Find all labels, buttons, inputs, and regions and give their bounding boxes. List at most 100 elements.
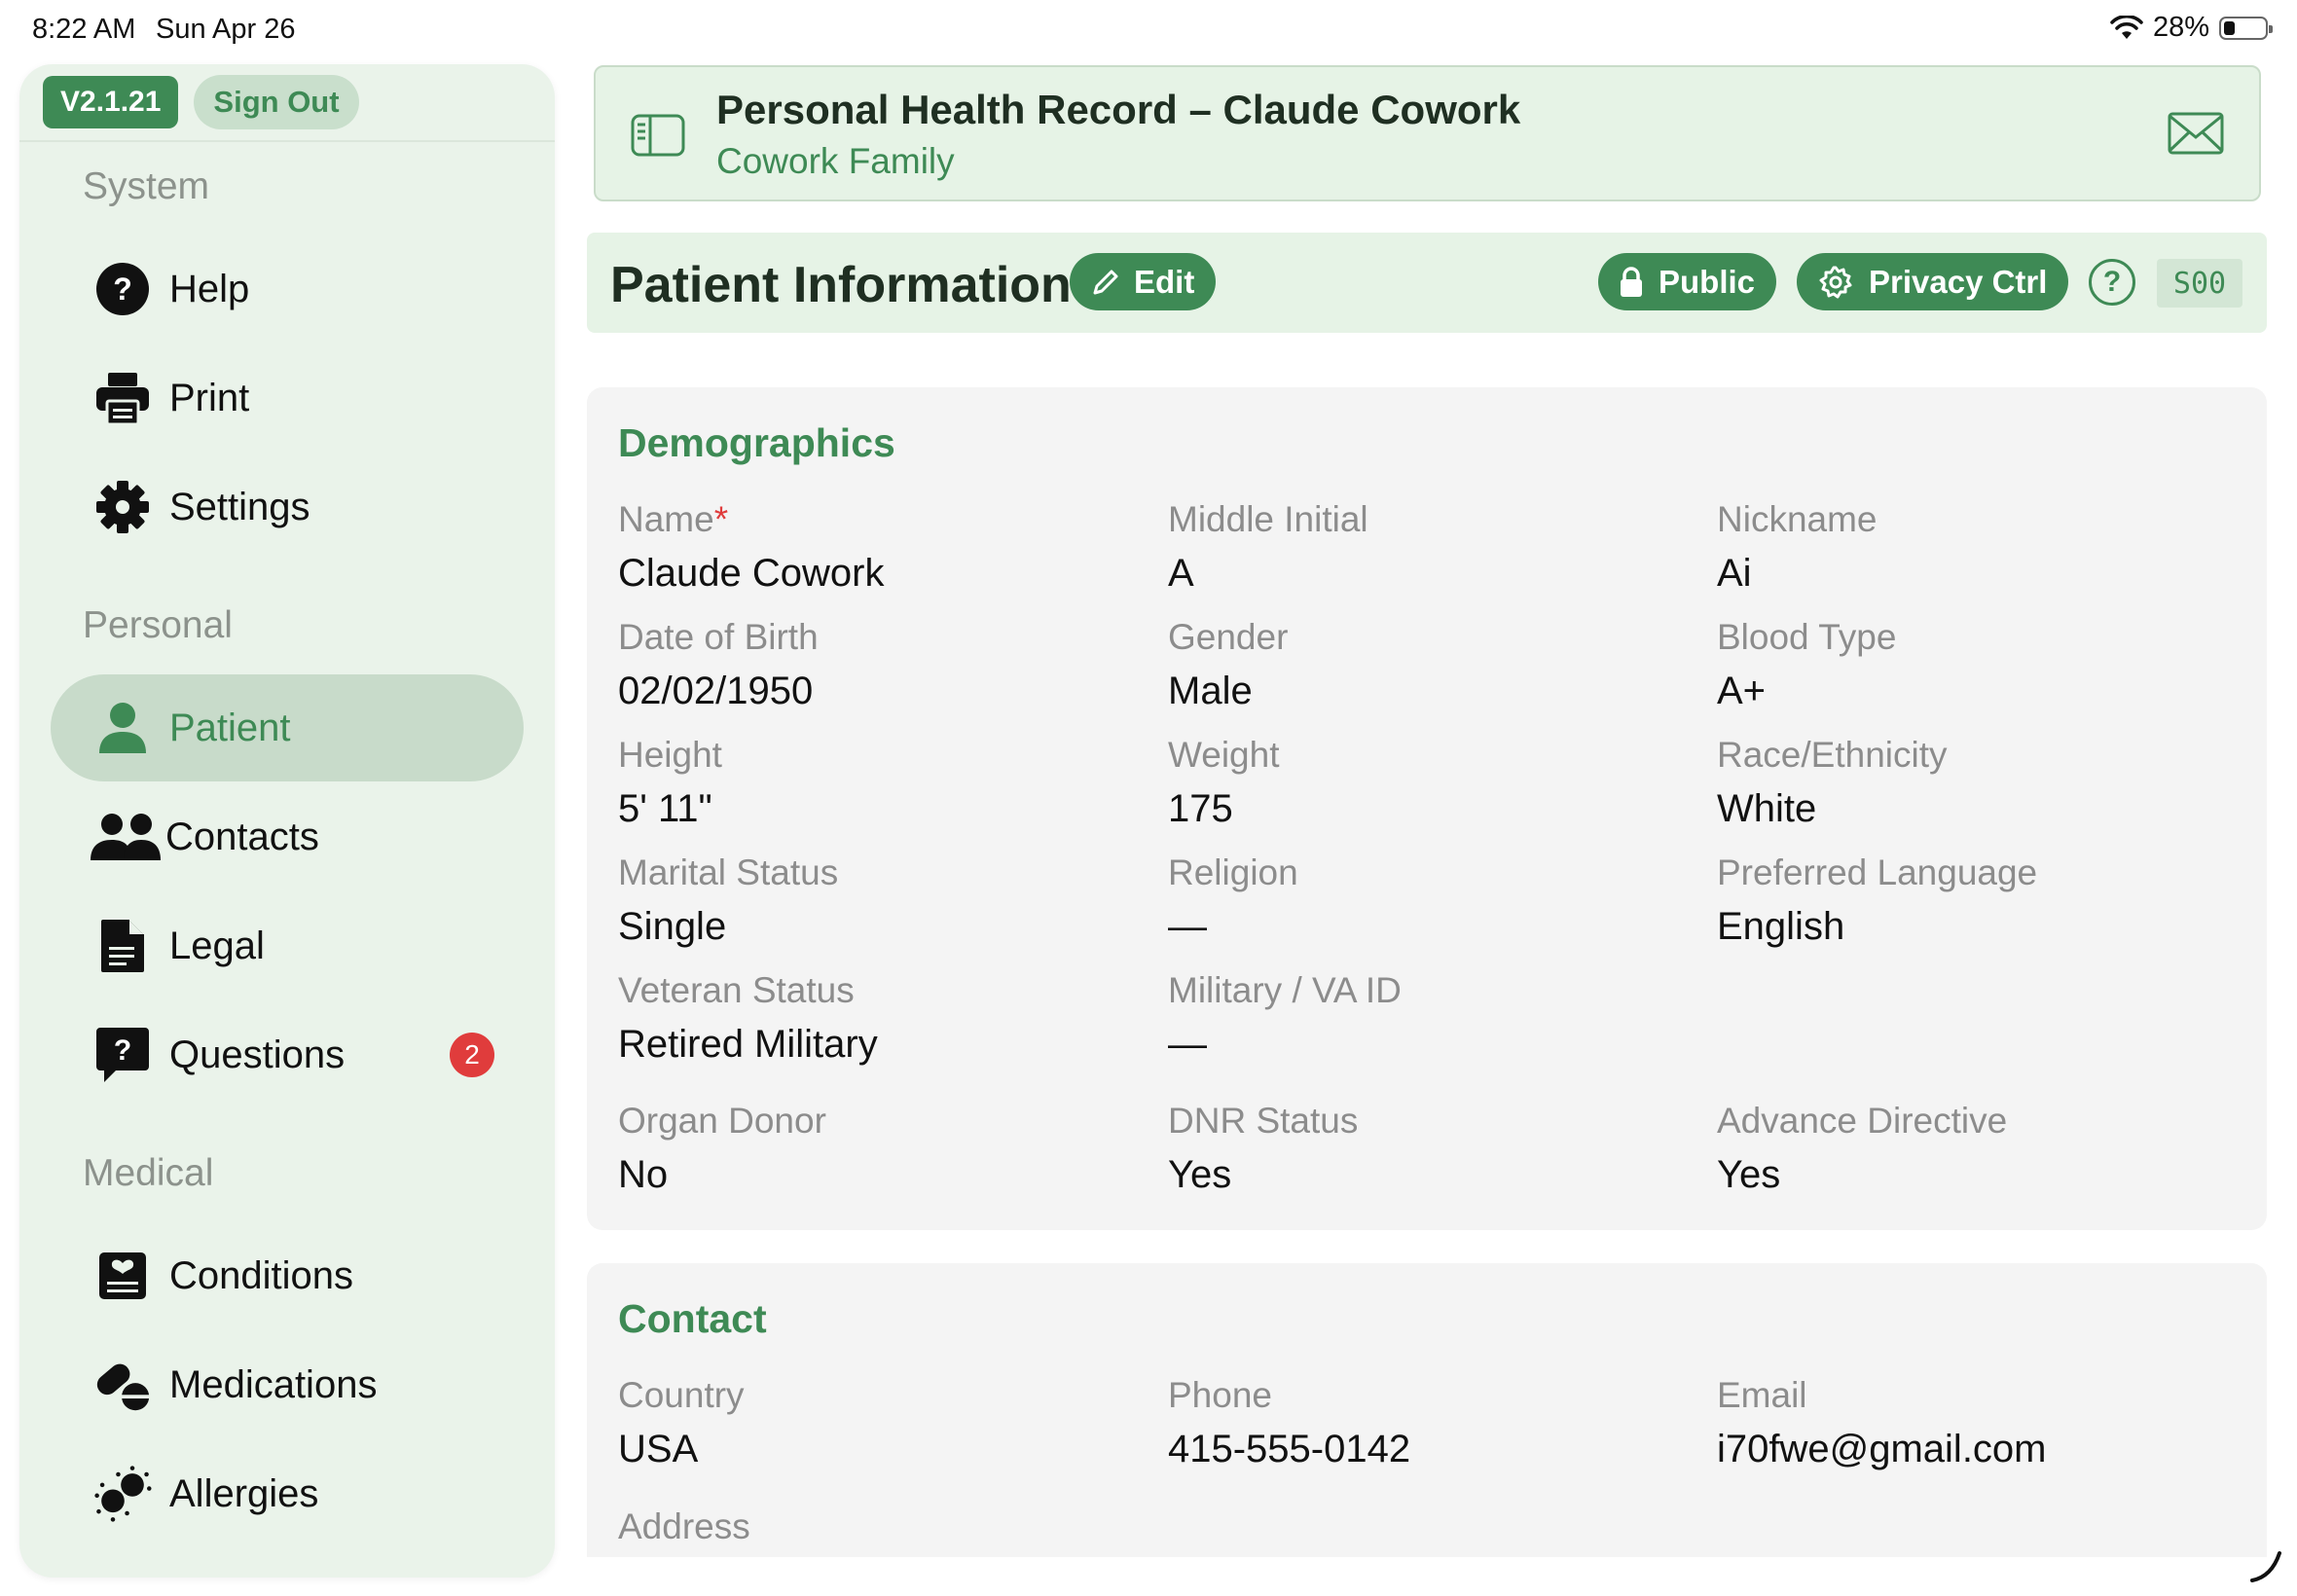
page-title: Patient Information — [610, 257, 1072, 313]
field-race-ethnicity: Race/Ethnicity White — [1717, 735, 1948, 831]
sidebar-item-patient[interactable]: Patient — [51, 674, 524, 781]
field-label: Address — [618, 1506, 750, 1546]
field-value: Male — [1168, 670, 1253, 712]
sidebar-item-contacts[interactable]: Contacts — [51, 783, 524, 890]
field-label: Middle Initial — [1168, 499, 1368, 539]
page-header: Patient Information Edit Public Privacy … — [587, 233, 2267, 333]
sidebar-item-label: Print — [169, 376, 250, 419]
field-value: 415-555-0142 — [1168, 1428, 1411, 1470]
sidebar-item-label: Legal — [169, 924, 265, 967]
field-blood-type: Blood Type A+ — [1717, 617, 1896, 713]
sidebar-item-settings[interactable]: Settings — [51, 453, 524, 561]
field-value: — — [1168, 905, 1207, 948]
field-label: Blood Type — [1717, 617, 1897, 657]
field-value: 175 — [1168, 787, 1233, 830]
section-label-system: System — [83, 165, 210, 207]
sidebar-item-print[interactable]: Print — [51, 345, 524, 452]
field-address: Address — [618, 1506, 750, 1547]
field-label: Preferred Language — [1717, 852, 2038, 892]
field-weight: Weight 175 — [1168, 735, 1280, 831]
allergen-icon — [93, 1465, 152, 1523]
field-label: Religion — [1168, 852, 1298, 892]
field-organ-donor: Organ Donor No — [618, 1101, 826, 1197]
edit-button[interactable]: Edit — [1070, 253, 1217, 310]
gear-icon — [93, 478, 152, 536]
field-marital-status: Marital Status Single — [618, 852, 838, 949]
field-value: Single — [618, 905, 727, 948]
sidebar-item-help[interactable]: ? Help — [51, 236, 524, 343]
sidebar-item-conditions[interactable]: Conditions — [51, 1222, 524, 1329]
required-marker: * — [713, 499, 729, 539]
field-gender: Gender Male — [1168, 617, 1288, 713]
field-veteran-status: Veteran Status Retired Military — [618, 970, 878, 1067]
field-value: A — [1168, 552, 1194, 595]
field-phone: Phone 415-555-0142 — [1168, 1375, 1410, 1471]
field-label: Name — [618, 499, 714, 539]
app-title: Personal Health Record – Claude Cowork — [716, 87, 1521, 132]
questions-count-badge: 2 — [450, 1033, 494, 1077]
help-circle-icon: ? — [93, 260, 152, 318]
mail-icon[interactable] — [2168, 112, 2224, 160]
field-label: Gender — [1168, 617, 1289, 657]
field-value: No — [618, 1153, 669, 1196]
sidebar-top: V2.1.21 Sign Out — [19, 64, 555, 142]
sidebar-item-allergies[interactable]: Allergies — [51, 1440, 524, 1547]
field-label: DNR Status — [1168, 1101, 1359, 1141]
field-value: Yes — [1168, 1153, 1232, 1196]
svg-text:?: ? — [114, 1034, 131, 1067]
field-military-va-id: Military / VA ID — — [1168, 970, 1402, 1067]
field-value: — — [1168, 1023, 1207, 1066]
public-button[interactable]: Public — [1598, 253, 1777, 310]
field-dnr-status: DNR Status Yes — [1168, 1101, 1358, 1197]
sidebar-item-label: Settings — [169, 485, 310, 528]
field-label: Organ Donor — [618, 1101, 826, 1141]
svg-text:?: ? — [113, 272, 132, 307]
field-name: Name* Claude Cowork — [618, 499, 884, 596]
field-label: Nickname — [1717, 499, 1878, 539]
sidebar-item-label: Help — [169, 267, 250, 310]
field-label: Marital Status — [618, 852, 839, 892]
field-value: White — [1717, 787, 1817, 830]
resize-corner-icon — [2250, 1551, 2281, 1582]
pills-icon — [93, 1356, 152, 1414]
field-email: Email i70fwe@gmail.com — [1717, 1375, 2047, 1471]
field-label: Weight — [1168, 735, 1280, 775]
sidebar-item-medications[interactable]: Medications — [51, 1331, 524, 1438]
gear-outline-icon — [1819, 266, 1852, 298]
field-nickname: Nickname Ai — [1717, 499, 1878, 596]
people-icon — [90, 808, 162, 866]
field-value: 02/02/1950 — [618, 670, 814, 712]
sidebar-item-questions[interactable]: ? Questions 2 — [51, 1001, 524, 1108]
sidebar-item-label: Questions — [169, 1033, 346, 1076]
printer-icon — [93, 369, 152, 427]
sidebar-item-label: Conditions — [169, 1253, 354, 1297]
status-right: 28% — [2110, 12, 2273, 44]
sidebar: V2.1.21 Sign Out System ? Help Print Set… — [19, 64, 555, 1578]
sidebar-item-legal[interactable]: Legal — [51, 892, 524, 999]
field-religion: Religion — — [1168, 852, 1298, 949]
privacy-ctrl-button[interactable]: Privacy Ctrl — [1797, 253, 2069, 310]
field-date-of-birth: Date of Birth 02/02/1950 — [618, 617, 819, 713]
field-label: Date of Birth — [618, 617, 819, 657]
sidebar-item-label: Contacts — [165, 815, 319, 858]
section-label-medical: Medical — [83, 1152, 214, 1194]
sidebar-item-label: Allergies — [169, 1471, 319, 1515]
contact-title: Contact — [618, 1296, 767, 1341]
section-code-badge: S00 — [2157, 259, 2242, 308]
sidebar-toggle-icon[interactable] — [631, 114, 685, 162]
version-badge: V2.1.21 — [43, 76, 179, 128]
status-date: Sun Apr 26 — [156, 14, 296, 45]
field-label: Email — [1717, 1375, 1807, 1415]
wifi-icon — [2110, 15, 2143, 39]
status-time: 8:22 AM — [32, 14, 136, 45]
edit-label: Edit — [1134, 263, 1195, 300]
field-value: Claude Cowork — [618, 552, 885, 595]
battery-icon — [2219, 16, 2273, 40]
help-icon[interactable]: ? — [2089, 259, 2135, 306]
battery-percent: 28% — [2152, 12, 2209, 43]
sign-out-button[interactable]: Sign Out — [194, 75, 359, 129]
app-header: Personal Health Record – Claude Cowork C… — [594, 65, 2261, 201]
field-height: Height 5' 11" — [618, 735, 722, 831]
field-value: i70fwe@gmail.com — [1717, 1428, 2047, 1470]
field-value: Ai — [1717, 552, 1752, 595]
